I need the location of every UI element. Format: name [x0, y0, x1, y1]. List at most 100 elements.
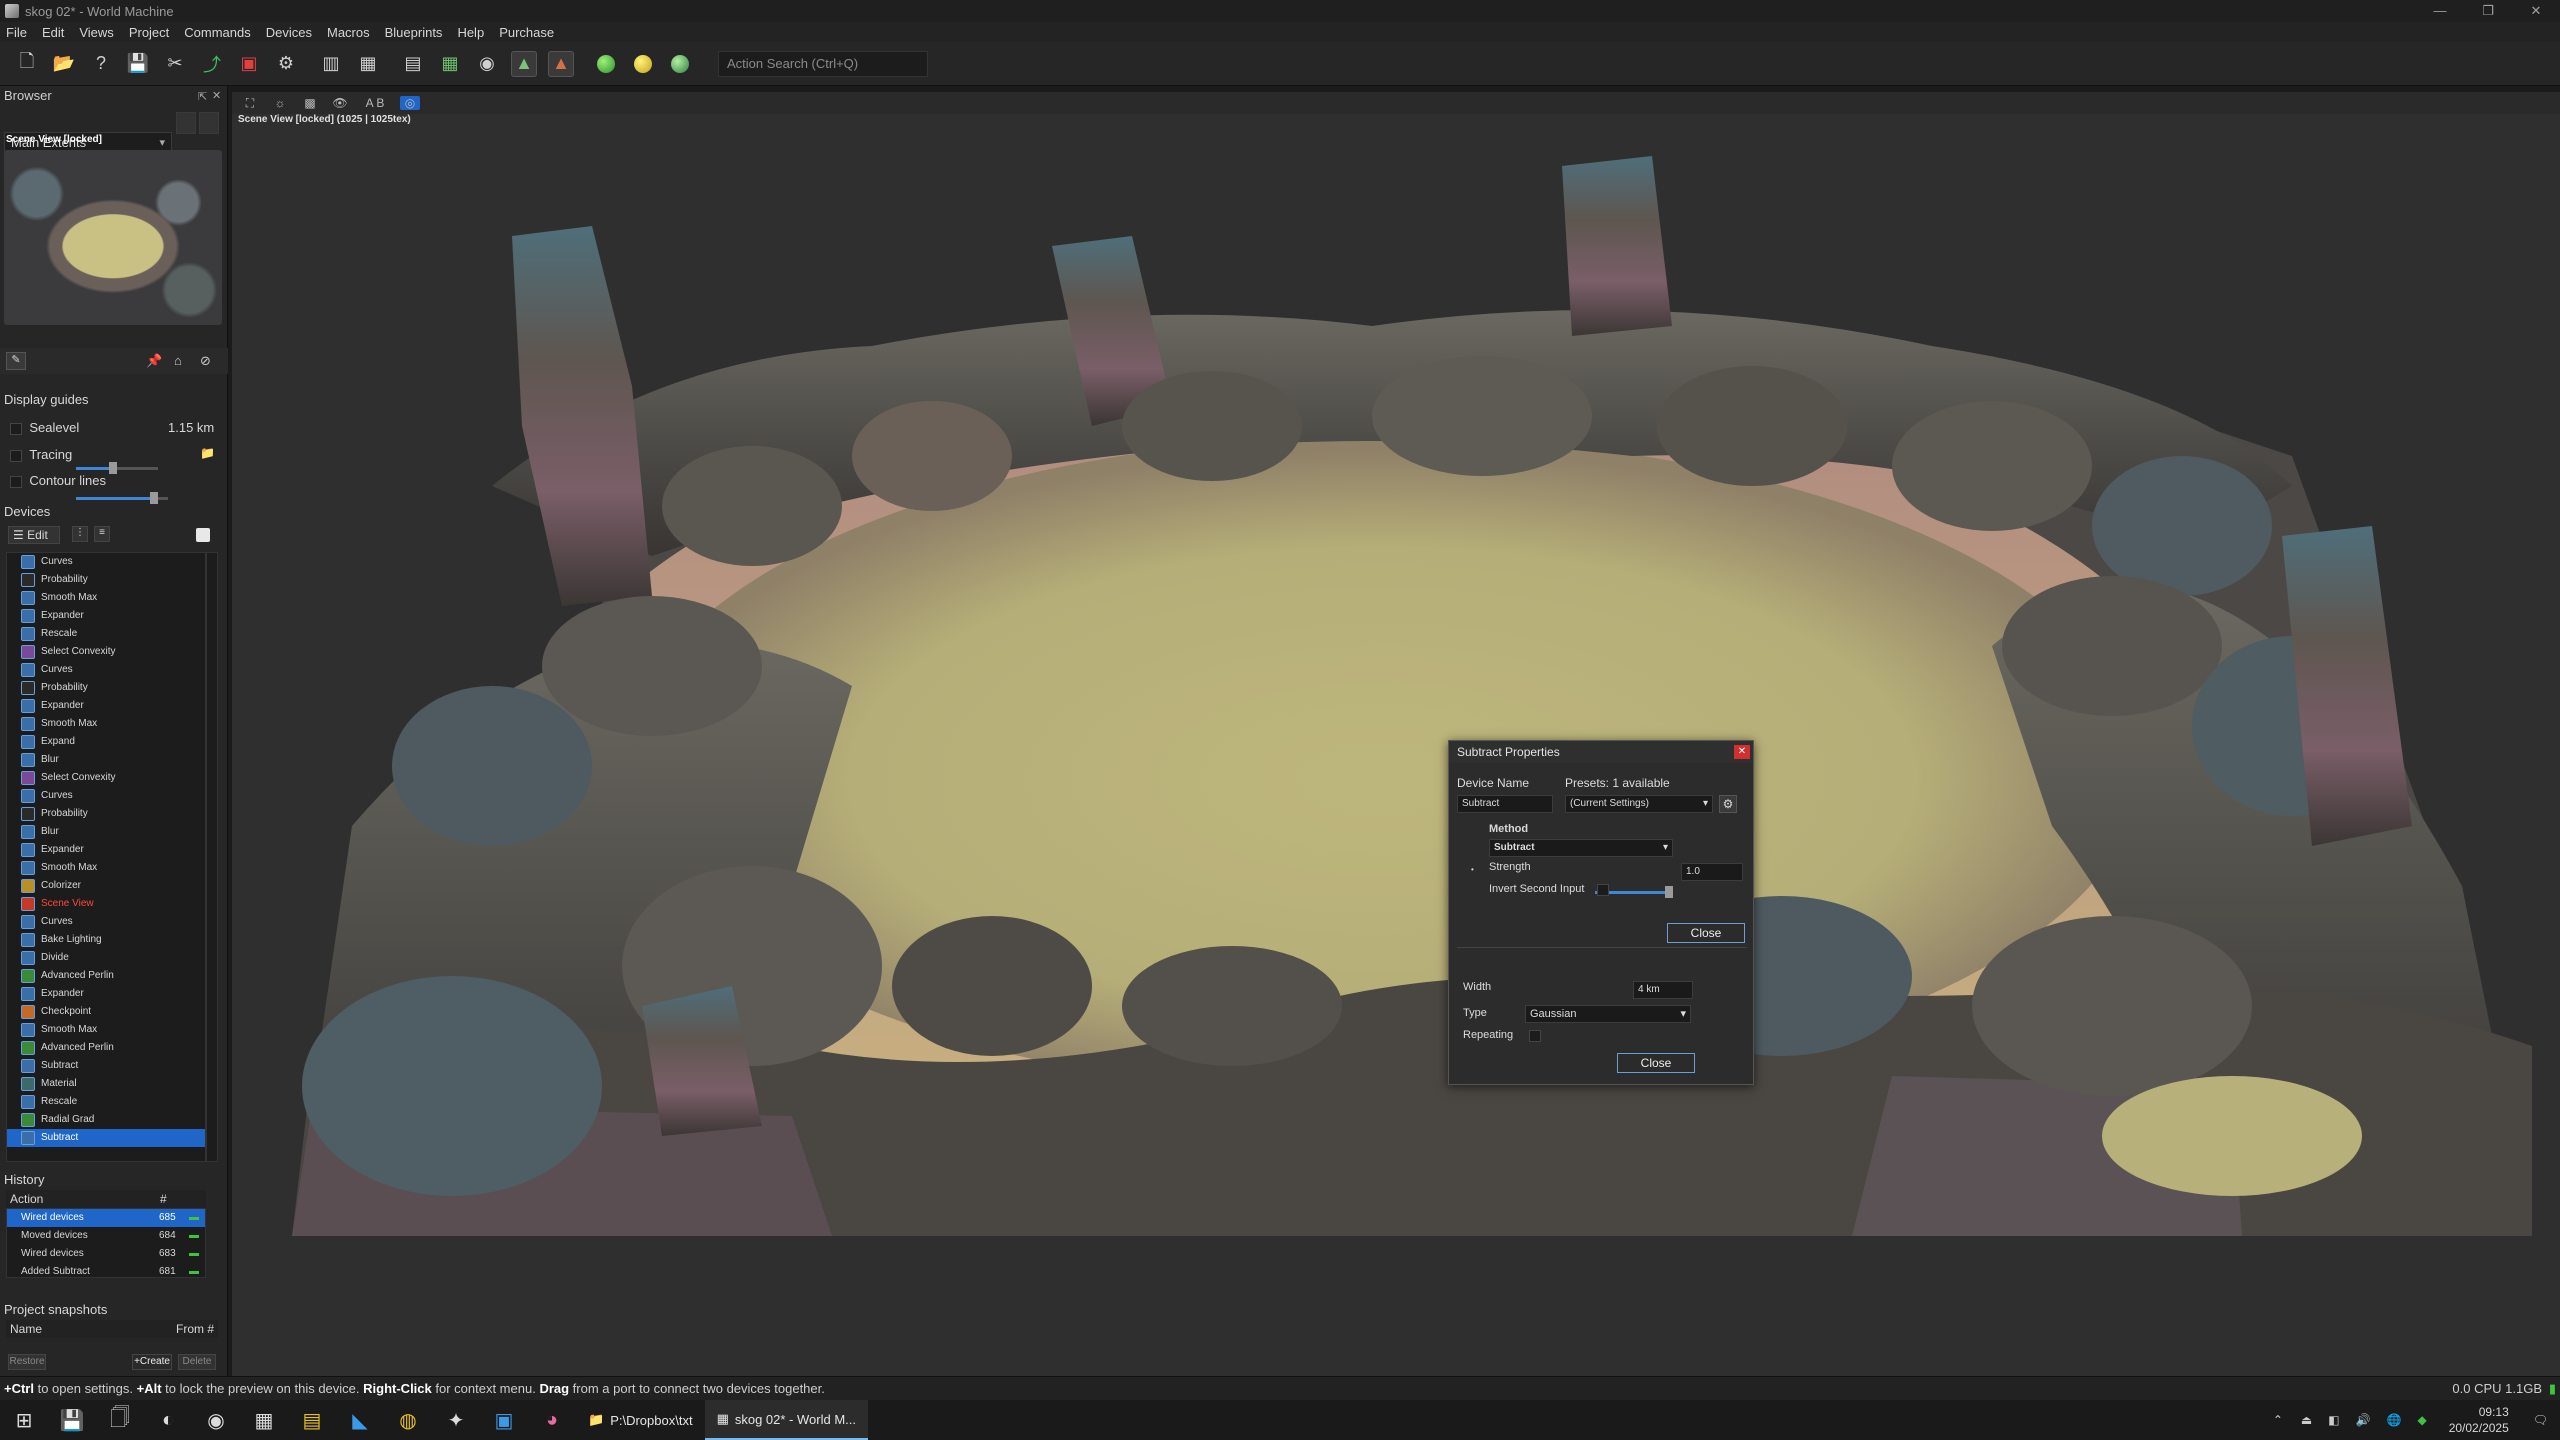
- device-list-item[interactable]: Smooth Max: [7, 859, 205, 877]
- notes-app-icon[interactable]: ▤: [288, 1400, 336, 1440]
- devices-flat-icon[interactable]: ≡: [94, 526, 110, 542]
- device-list-item[interactable]: Expander: [7, 607, 205, 625]
- snapshots-col-name[interactable]: Name: [6, 1320, 176, 1338]
- taskbar-world-machine[interactable]: ▦ skog 02* - World M...: [704, 1400, 868, 1440]
- device-list[interactable]: Curves Probability Smooth Max Expander Resca…: [6, 552, 206, 1162]
- minimize-button[interactable]: —: [2416, 0, 2464, 22]
- lighting-icon[interactable]: ☼: [270, 96, 290, 110]
- menu-macros[interactable]: Macros: [327, 25, 370, 40]
- tray-volume-icon[interactable]: 🔊: [2356, 1413, 2371, 1427]
- device-list-item[interactable]: Advanced Perlin: [7, 1039, 205, 1057]
- render-view-icon[interactable]: ▲: [548, 50, 574, 77]
- focus-icon[interactable]: ◎: [400, 96, 420, 110]
- device-list-item[interactable]: Material: [7, 1075, 205, 1093]
- workspace-icon[interactable]: ▤: [400, 51, 426, 77]
- sphere-view-icon[interactable]: ◉: [474, 51, 500, 77]
- notifications-icon[interactable]: 🗨: [2533, 1413, 2548, 1427]
- close-button-secondary[interactable]: Close: [1617, 1053, 1695, 1073]
- device-list-item[interactable]: Scene View: [7, 895, 205, 913]
- scene-viewport[interactable]: ⛶ ☼ ▩ 👁 A B ◎ Scene View [locked] (1025 …: [232, 92, 2560, 1376]
- history-table[interactable]: Wired devices 685 ▬ Moved devices 684 ▬ Wired …: [6, 1208, 206, 1278]
- snapshot-delete-button[interactable]: Delete: [178, 1354, 216, 1370]
- tray-globe-icon[interactable]: 🌐: [2387, 1413, 2402, 1427]
- clock[interactable]: 09:13 20/02/2025: [2449, 1404, 2509, 1436]
- files-app-icon[interactable]: 🗍: [96, 1400, 144, 1440]
- device-list-item[interactable]: Divide: [7, 949, 205, 967]
- preview-icon[interactable]: ✎: [6, 352, 26, 370]
- device-list-item[interactable]: Radial Grad: [7, 1111, 205, 1129]
- settings-icon[interactable]: ⚙: [273, 51, 299, 77]
- browser-close-icon[interactable]: ✕: [212, 89, 221, 102]
- tracing-checkbox[interactable]: [10, 449, 22, 462]
- tools-icon[interactable]: ✂: [162, 51, 188, 77]
- device-list-item[interactable]: Select Convexity: [7, 643, 205, 661]
- globe-orb-icon[interactable]: [667, 51, 693, 77]
- menu-file[interactable]: File: [6, 25, 27, 40]
- ab-compare-toggle[interactable]: A B: [360, 96, 390, 110]
- save-app-icon[interactable]: 💾: [48, 1400, 96, 1440]
- device-list-item[interactable]: Expander: [7, 985, 205, 1003]
- vscode-app-icon[interactable]: ◣: [336, 1400, 384, 1440]
- snapshot-restore-button[interactable]: Restore: [8, 1354, 46, 1370]
- save-icon[interactable]: 💾: [125, 51, 151, 77]
- history-col-action[interactable]: Action: [6, 1190, 160, 1208]
- strength-slider-knob[interactable]: [1665, 886, 1673, 898]
- start-icon[interactable]: ⊞: [0, 1400, 48, 1440]
- snapshot-create-button[interactable]: +Create: [132, 1354, 172, 1370]
- route-icon[interactable]: ⤴: [199, 51, 225, 77]
- device-list-item[interactable]: Subtract: [7, 1057, 205, 1075]
- help-icon[interactable]: ?: [88, 51, 114, 77]
- device-list-item[interactable]: Blur: [7, 823, 205, 841]
- restore-button[interactable]: ❐: [2464, 0, 2512, 22]
- sketch-app-icon[interactable]: ✦: [432, 1400, 480, 1440]
- layout-panel-icon[interactable]: ▥: [318, 51, 344, 77]
- menu-purchase[interactable]: Purchase: [499, 25, 554, 40]
- devices-lock-icon[interactable]: [196, 528, 210, 542]
- close-window-button[interactable]: ✕: [2512, 0, 2560, 22]
- yellow-orb-icon[interactable]: [630, 51, 656, 77]
- device-list-item[interactable]: Checkpoint: [7, 1003, 205, 1021]
- tray-network-icon[interactable]: ◧: [2328, 1413, 2339, 1427]
- extents-prev-button[interactable]: [176, 112, 196, 134]
- browser-pin-icon[interactable]: ⇱: [198, 90, 207, 103]
- open-project-icon[interactable]: 📂: [51, 51, 77, 77]
- menu-commands[interactable]: Commands: [184, 25, 250, 40]
- method-dropdown[interactable]: Subtract ▾: [1489, 839, 1673, 857]
- device-list-item[interactable]: Probability: [7, 679, 205, 697]
- extents-next-button[interactable]: [199, 112, 219, 134]
- history-row[interactable]: Wired devices 683 ▬: [7, 1245, 205, 1263]
- tray-app-icon[interactable]: ◆: [2417, 1413, 2426, 1427]
- new-project-icon[interactable]: 🗋: [14, 51, 40, 77]
- layout-grid-icon[interactable]: ▦: [355, 51, 381, 77]
- width-field[interactable]: 4 km: [1633, 981, 1693, 999]
- device-list-item[interactable]: Advanced Perlin: [7, 967, 205, 985]
- paint-app-icon[interactable]: ◕: [528, 1400, 576, 1440]
- menu-project[interactable]: Project: [129, 25, 169, 40]
- device-list-item[interactable]: Expand: [7, 733, 205, 751]
- device-list-item[interactable]: Expander: [7, 841, 205, 859]
- device-list-item[interactable]: Subtract: [7, 1129, 205, 1147]
- menu-blueprints[interactable]: Blueprints: [385, 25, 443, 40]
- snapshots-col-from[interactable]: From #: [176, 1320, 218, 1338]
- history-row[interactable]: Moved devices 684 ▬: [7, 1227, 205, 1245]
- history-row[interactable]: Added Subtract 681 ▬: [7, 1263, 205, 1277]
- device-list-item[interactable]: Blur: [7, 751, 205, 769]
- close-button[interactable]: Close: [1667, 923, 1745, 943]
- type-dropdown[interactable]: Gaussian ▾: [1525, 1005, 1691, 1023]
- lock-view-icon[interactable]: ⌂: [174, 353, 182, 368]
- pin-icon[interactable]: 📌: [146, 353, 162, 369]
- device-list-item[interactable]: Smooth Max: [7, 589, 205, 607]
- tracing-folder-icon[interactable]: 📁: [200, 446, 215, 460]
- build-icon[interactable]: ▣: [236, 51, 262, 77]
- contour-checkbox[interactable]: [10, 475, 22, 488]
- grid-view-icon[interactable]: ▦: [437, 51, 463, 77]
- device-list-item[interactable]: Curves: [7, 553, 205, 571]
- device-list-item[interactable]: Select Convexity: [7, 769, 205, 787]
- presets-dropdown[interactable]: (Current Settings) ▾: [1565, 795, 1713, 813]
- device-list-item[interactable]: Rescale: [7, 625, 205, 643]
- camera-icon[interactable]: ⛶: [240, 96, 260, 111]
- strength-field[interactable]: 1.0: [1681, 863, 1743, 881]
- device-list-item[interactable]: Rescale: [7, 1093, 205, 1111]
- texture-icon[interactable]: ▩: [300, 96, 320, 110]
- device-name-field[interactable]: Subtract: [1457, 795, 1553, 813]
